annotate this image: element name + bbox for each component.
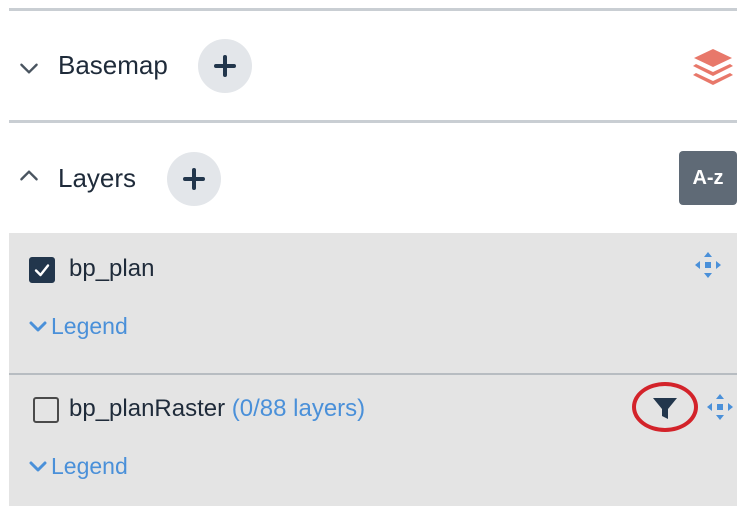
layers-title: Layers (58, 163, 137, 193)
filter-icon[interactable] (647, 391, 683, 425)
move-icon[interactable] (693, 250, 723, 280)
layer-name[interactable]: bp_plan (69, 255, 154, 283)
add-layer-button[interactable] (167, 152, 221, 206)
stacked-layers-icon[interactable] (690, 47, 736, 89)
chevron-down-icon (29, 321, 47, 331)
plus-icon (183, 168, 205, 190)
top-divider (9, 8, 737, 11)
legend-toggle[interactable]: Legend (29, 453, 128, 480)
plus-icon (214, 55, 236, 77)
layer-name[interactable]: bp_planRaster (0/88 layers) (69, 395, 365, 423)
legend-label: Legend (51, 453, 128, 479)
layer-name-text: bp_planRaster (69, 395, 226, 422)
chevron-down-icon[interactable] (16, 55, 42, 81)
check-icon (34, 264, 50, 277)
basemap-section-header[interactable]: Basemap (0, 14, 744, 114)
add-basemap-button[interactable] (198, 39, 252, 93)
move-icon[interactable] (705, 392, 735, 422)
layer-visibility-checkbox[interactable] (29, 257, 55, 283)
section-divider (9, 120, 737, 123)
layer-count: (0/88 layers) (231, 395, 366, 422)
chevron-down-icon (29, 461, 47, 471)
chevron-up-icon[interactable] (16, 163, 42, 189)
legend-toggle[interactable]: Legend (29, 313, 128, 340)
layer-divider (9, 373, 737, 375)
legend-label: Legend (51, 313, 128, 339)
layer-visibility-checkbox[interactable] (33, 397, 59, 423)
layers-section-header[interactable]: Layers A-z (0, 125, 744, 230)
layers-list: bp_plan Legend bp_planRaster (0/88 layer… (9, 233, 737, 506)
basemap-title: Basemap (58, 50, 168, 80)
sort-az-button[interactable]: A-z (679, 151, 737, 205)
